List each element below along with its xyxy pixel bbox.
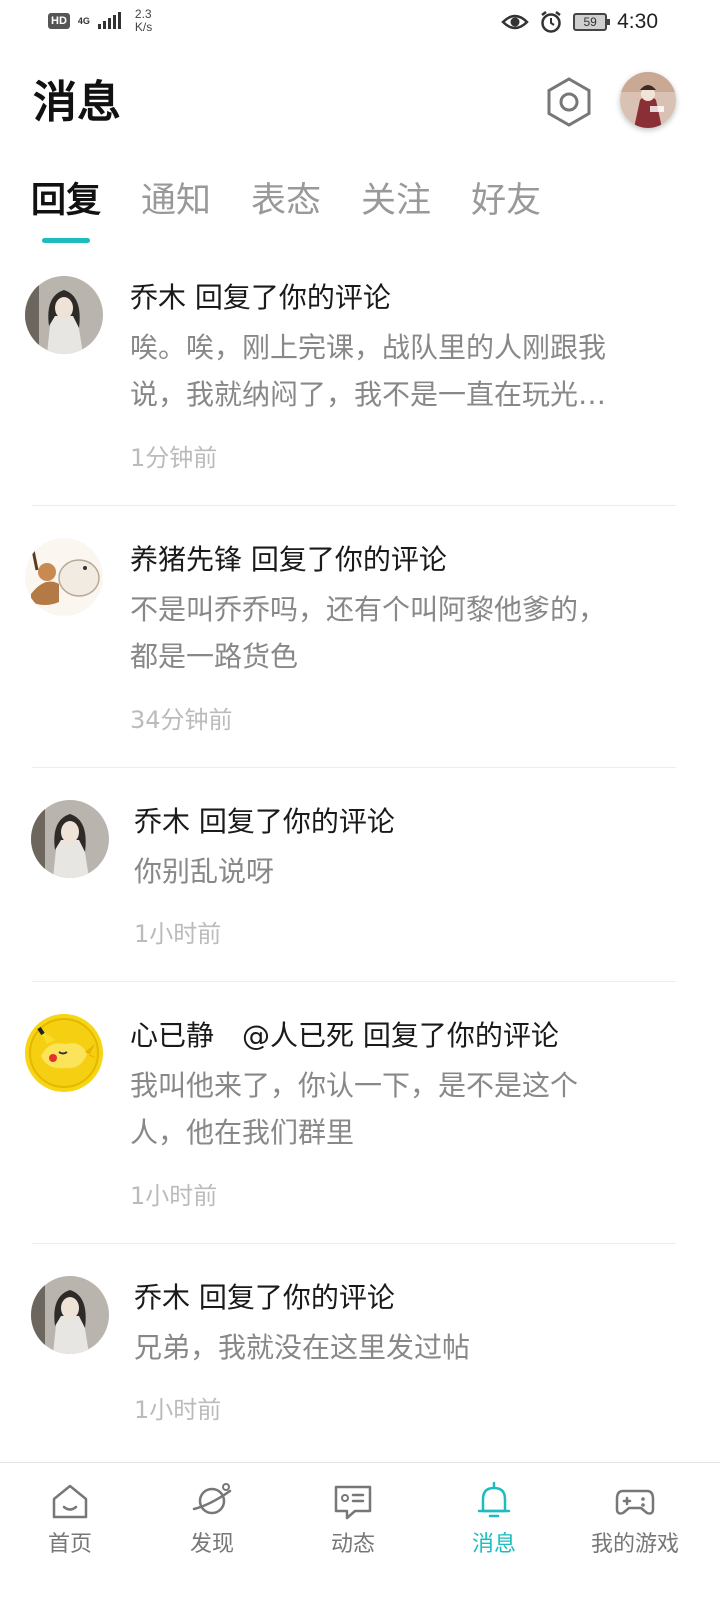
avatar[interactable] [25, 1014, 103, 1092]
message-item[interactable]: 乔木 回复了你的评论 你别乱说呀 1小时前 [0, 786, 720, 982]
bottom-nav: 首页 发现 动态 消息 我的游戏 [0, 1462, 720, 1600]
message-item[interactable]: 乔木 回复了你的评论 唉。唉，刚上完课，战队里的人刚跟我 说，我就纳闷了，我不是… [0, 262, 720, 506]
nav-home[interactable]: 首页 [0, 1463, 140, 1600]
message-title: 心已静 @人已死 回复了你的评论 [130, 1019, 559, 1052]
avatar[interactable] [31, 800, 109, 878]
nav-label: 我的游戏 [590, 1532, 679, 1557]
message-body-line: 唉。唉，刚上完课，战队里的人刚跟我 [130, 331, 607, 364]
message-body-line: 不是叫乔乔吗，还有个叫阿黎他爹的， [130, 593, 607, 626]
message-time: 34分钟前 [130, 706, 233, 734]
tab-notifications[interactable]: 通知 [141, 176, 211, 226]
divider [32, 1243, 676, 1244]
divider [32, 505, 676, 506]
message-title: 乔木 回复了你的评论 [130, 281, 391, 314]
message-time: 1小时前 [130, 1182, 218, 1210]
message-item[interactable]: 乔木 回复了你的评论 兄弟，我就没在这里发过帖 1小时前 [0, 1262, 720, 1458]
message-body-line: 人，他在我们群里 [130, 1116, 355, 1149]
divider [32, 981, 676, 982]
tab-active-indicator [42, 238, 90, 243]
message-body-line: 你别乱说呀 [134, 855, 275, 888]
nav-my-games[interactable]: 我的游戏 [565, 1463, 705, 1600]
clock: 4:30 [617, 10, 658, 33]
status-left: HD 4G 2.3 K/s [48, 8, 152, 34]
nav-messages[interactable]: 消息 [424, 1463, 564, 1600]
message-body: 我叫他来了，你认一下，是不是这个 人，他在我们群里 [130, 1062, 670, 1156]
status-bar: HD 4G 2.3 K/s 59 4:30 [0, 0, 720, 48]
message-body-line: 都是一路货色 [130, 640, 299, 673]
nav-feed[interactable]: 动态 [283, 1463, 423, 1600]
message-body: 你别乱说呀 [134, 848, 674, 895]
nav-label: 消息 [471, 1532, 516, 1557]
home-icon [52, 1484, 88, 1519]
message-body: 兄弟，我就没在这里发过帖 [134, 1324, 674, 1371]
divider [32, 767, 676, 768]
nav-discover[interactable]: 发现 [142, 1463, 282, 1600]
message-title: 养猪先锋 回复了你的评论 [130, 543, 447, 576]
user-avatar[interactable] [620, 72, 676, 128]
tab-friends[interactable]: 好友 [471, 176, 541, 226]
message-item[interactable]: 养猪先锋 回复了你的评论 不是叫乔乔吗，还有个叫阿黎他爹的， 都是一路货色 34… [0, 524, 720, 768]
network-speed: 2.3 K/s [135, 8, 152, 34]
tab-reactions[interactable]: 表态 [251, 176, 321, 226]
speed-unit: K/s [134, 20, 153, 34]
avatar[interactable] [25, 276, 103, 354]
nav-label: 发现 [189, 1532, 234, 1557]
settings-hexagon-icon [547, 77, 591, 127]
message-body: 唉。唉，刚上完课，战队里的人刚跟我 说，我就纳闷了，我不是一直在玩光… [130, 324, 670, 418]
planet-icon [192, 1483, 232, 1515]
avatar[interactable] [31, 1276, 109, 1354]
nav-label: 首页 [47, 1532, 92, 1557]
nav-label: 动态 [330, 1532, 375, 1557]
alarm-icon [541, 11, 561, 33]
message-time: 1小时前 [134, 1396, 222, 1424]
message-card-icon [334, 1485, 372, 1520]
tab-replies[interactable]: 回复 [31, 176, 101, 226]
speed-value: 2.3 [134, 7, 152, 21]
page-title: 消息 [33, 77, 121, 128]
message-time: 1小时前 [134, 920, 222, 948]
gamepad-icon [615, 1489, 655, 1515]
message-body: 不是叫乔乔吗，还有个叫阿黎他爹的， 都是一路货色 [130, 586, 670, 680]
signal-icon [97, 12, 121, 29]
message-body-line: 我叫他来了，你认一下，是不是这个 [130, 1069, 579, 1102]
message-title: 乔木 回复了你的评论 [134, 1281, 395, 1314]
message-time: 1分钟前 [130, 444, 218, 472]
message-body-line: 说，我就纳闷了，我不是一直在玩光… [130, 378, 607, 411]
message-body-line: 兄弟，我就没在这里发过帖 [134, 1331, 471, 1364]
settings-button[interactable] [544, 76, 594, 128]
bell-icon [477, 1481, 511, 1518]
message-item[interactable]: 心已静 @人已死 回复了你的评论 我叫他来了，你认一下，是不是这个 人，他在我们… [0, 1000, 720, 1244]
status-right: 59 4:30 [501, 10, 658, 34]
hd-badge: HD [48, 13, 70, 29]
battery-indicator: 59 [573, 13, 611, 31]
tab-follows[interactable]: 关注 [361, 176, 431, 226]
message-title: 乔木 回复了你的评论 [134, 805, 395, 838]
avatar[interactable] [25, 538, 103, 616]
network-type: 4G [77, 15, 90, 26]
eye-icon [501, 14, 529, 30]
tab-bar: 回复 通知 表态 关注 好友 [31, 176, 581, 226]
